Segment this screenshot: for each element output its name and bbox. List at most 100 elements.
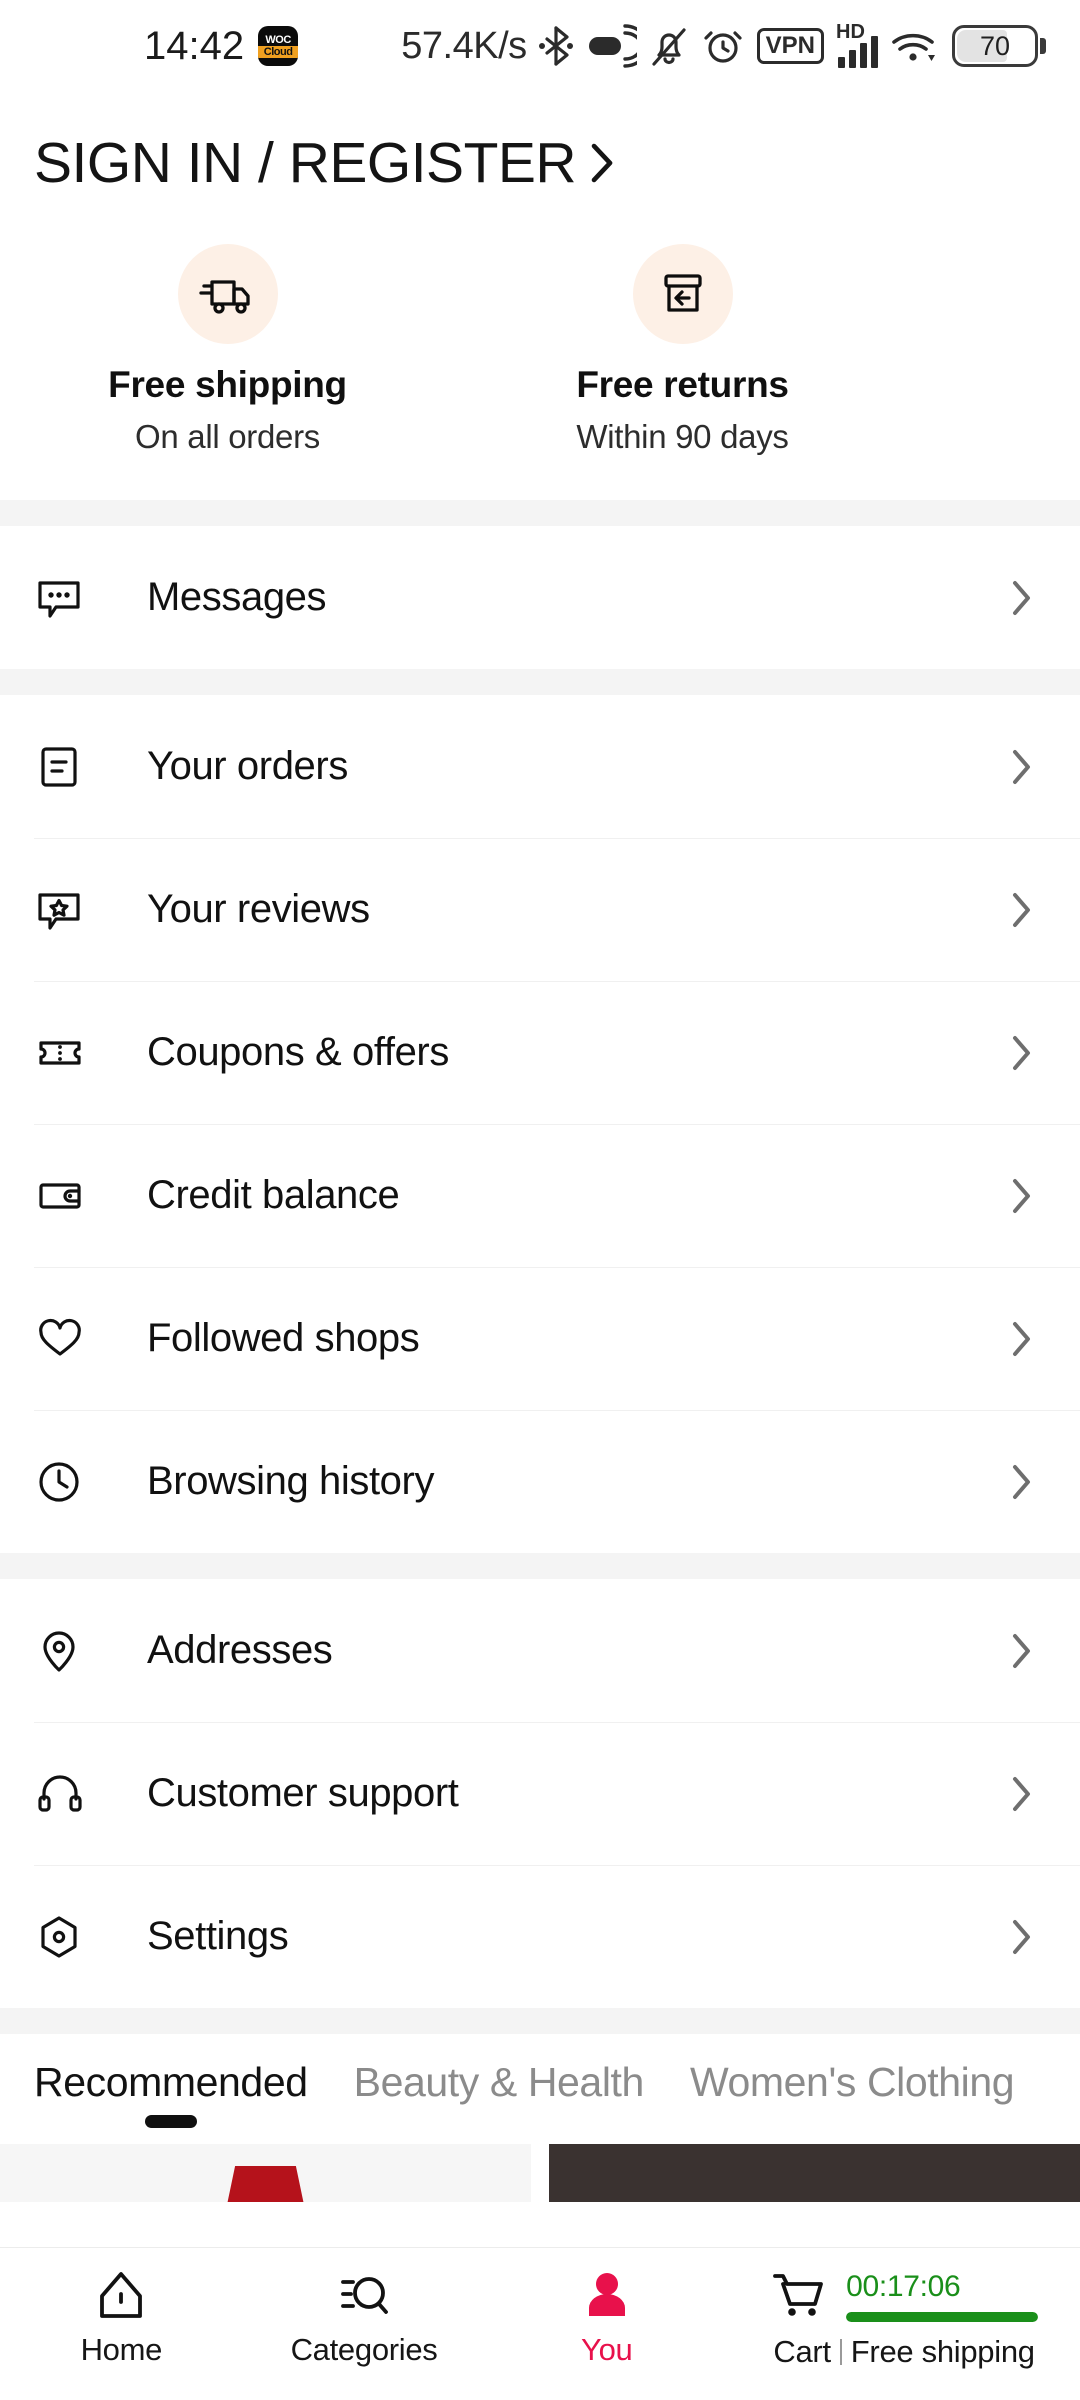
menu-item-customer-support[interactable]: Customer support [0, 1722, 1080, 1865]
cart-top-row: 00:17:06 [770, 2262, 1039, 2328]
nav-item-home[interactable]: Home [0, 2248, 243, 2368]
menu-group-messages: Messages [0, 526, 1080, 669]
cart-shipping-label: Free shipping [850, 2334, 1035, 2369]
menu-item-label: Your reviews [147, 887, 370, 931]
delivery-truck-icon [177, 244, 278, 344]
menu-item-settings[interactable]: Settings [0, 1865, 1080, 2008]
menu-item-followed-shops[interactable]: Followed shops [0, 1267, 1080, 1410]
home-icon [92, 2262, 150, 2328]
message-bubble-icon [34, 573, 92, 623]
nfc-icon [585, 24, 637, 68]
tab-beauty-health[interactable]: Beauty & Health [353, 2051, 645, 2128]
menu-item-label: Browsing history [147, 1459, 435, 1503]
tab-active-underline [473, 2115, 525, 2128]
menu-item-label: Followed shops [147, 1316, 420, 1360]
heart-icon [34, 1314, 92, 1364]
status-bar-left: 14:42 WOC Cloud [144, 23, 299, 69]
sign-in-register-label: SIGN IN / REGISTER [34, 131, 577, 195]
battery-icon: 70 [952, 25, 1046, 67]
vpn-icon: VPN [756, 28, 824, 64]
recommendation-tabs: Recommended Beauty & Health Women's Clot… [0, 2034, 1080, 2144]
menu-item-label: Your orders [147, 744, 348, 788]
review-star-bubble-icon [34, 885, 92, 935]
benefit-title: Free returns [576, 364, 789, 405]
tab-active-underline [144, 2114, 197, 2128]
product-grid-preview [0, 2144, 1080, 2202]
hd-label: HD [836, 21, 865, 43]
wifi-icon [890, 24, 940, 68]
menu-item-your-reviews[interactable]: Your reviews [0, 838, 1080, 981]
menu-item-label: Coupons & offers [147, 1030, 449, 1074]
benefit-free-returns[interactable]: Free returns Within 90 days [455, 244, 910, 456]
section-divider [0, 2008, 1080, 2034]
chevron-right-icon [1006, 1459, 1036, 1505]
menu-item-coupons-offers[interactable]: Coupons & offers [0, 981, 1080, 1124]
product-card[interactable] [0, 2144, 531, 2202]
chevron-right-icon [1006, 1628, 1036, 1674]
return-box-icon [632, 244, 733, 344]
nav-item-you[interactable]: You [485, 2248, 728, 2368]
menu-item-browsing-history[interactable]: Browsing history [0, 1410, 1080, 1553]
tab-label: Beauty & Health [353, 2058, 645, 2105]
menu-item-label: Messages [147, 575, 327, 619]
menu-item-your-orders[interactable]: Your orders [0, 695, 1080, 838]
categories-search-icon [335, 2262, 393, 2328]
product-card[interactable] [549, 2144, 1080, 2202]
chevron-right-icon [1006, 744, 1036, 790]
tab-recommended[interactable]: Recommended [34, 2051, 308, 2128]
sign-in-register-button[interactable]: SIGN IN / REGISTER [0, 92, 1080, 222]
woc-badge-line2: Cloud [258, 45, 299, 58]
shopping-cart-icon [770, 2262, 832, 2328]
status-clock: 14:42 [144, 23, 245, 68]
status-bar: 14:42 WOC Cloud 57.4K/s VPN HD 70 [0, 0, 1080, 92]
cart-timer-block: 00:17:06 [846, 2268, 1039, 2322]
mute-bell-icon [649, 24, 689, 68]
section-divider [0, 669, 1080, 695]
benefit-title: Free shipping [108, 364, 347, 405]
woc-badge-line1: WOC [265, 33, 291, 46]
section-divider [0, 1553, 1080, 1579]
nav-item-categories[interactable]: Categories [243, 2248, 486, 2368]
headset-icon [34, 1769, 92, 1819]
cart-label-row: Cart Free shipping [773, 2334, 1035, 2370]
menu-item-label: Addresses [147, 1628, 333, 1672]
benefits-section: Free shipping On all orders Free returns… [0, 222, 1080, 500]
menu-item-messages[interactable]: Messages [0, 526, 1080, 669]
chevron-right-icon [582, 136, 622, 190]
section-divider [0, 500, 1080, 526]
cart-countdown-timer: 00:17:06 [846, 2270, 961, 2303]
chevron-right-icon [1006, 1173, 1036, 1219]
menu-item-addresses[interactable]: Addresses [0, 1579, 1080, 1722]
coupon-ticket-icon [34, 1028, 92, 1078]
chevron-right-icon [1006, 1316, 1036, 1362]
chevron-right-icon [1006, 575, 1036, 621]
cart-label-separator [839, 2339, 842, 2365]
benefit-subtitle: On all orders [134, 418, 320, 455]
status-bar-right: 57.4K/s VPN HD 70 [401, 21, 1046, 68]
benefit-free-shipping[interactable]: Free shipping On all orders [0, 244, 455, 456]
chevron-right-icon [1006, 1771, 1036, 1817]
bluetooth-icon [538, 24, 573, 68]
menu-item-credit-balance[interactable]: Credit balance [0, 1124, 1080, 1267]
nav-item-cart[interactable]: 00:17:06 Cart Free shipping [728, 2248, 1080, 2370]
person-icon [578, 2262, 636, 2328]
menu-item-label: Customer support [147, 1771, 459, 1815]
benefit-subtitle: Within 90 days [576, 418, 789, 455]
nav-item-label: You [581, 2332, 633, 2367]
nav-item-label: Home [80, 2332, 163, 2367]
chevron-right-icon [1006, 1030, 1036, 1076]
hd-signal-icon: HD [836, 21, 878, 68]
order-receipt-icon [34, 742, 92, 792]
tab-active-underline [826, 2115, 878, 2128]
tab-womens-clothing[interactable]: Women's Clothing [690, 2051, 1015, 2128]
battery-percent-label: 70 [979, 30, 1011, 61]
bottom-navigation-bar: Home Categories You 00:17:06 Cart Free s… [0, 2248, 1080, 2400]
cart-progress-bar [846, 2312, 1039, 2322]
alarm-icon [701, 24, 745, 68]
network-speed-label: 57.4K/s [401, 24, 527, 67]
menu-item-label: Credit balance [147, 1173, 400, 1217]
woc-cloud-app-badge-icon: WOC Cloud [258, 26, 299, 66]
nav-item-label: Categories [290, 2332, 438, 2367]
menu-group-account: Your orders Your reviews Coupons & offer… [0, 695, 1080, 1553]
menu-group-settings: Addresses Customer support Settings [0, 1579, 1080, 2008]
